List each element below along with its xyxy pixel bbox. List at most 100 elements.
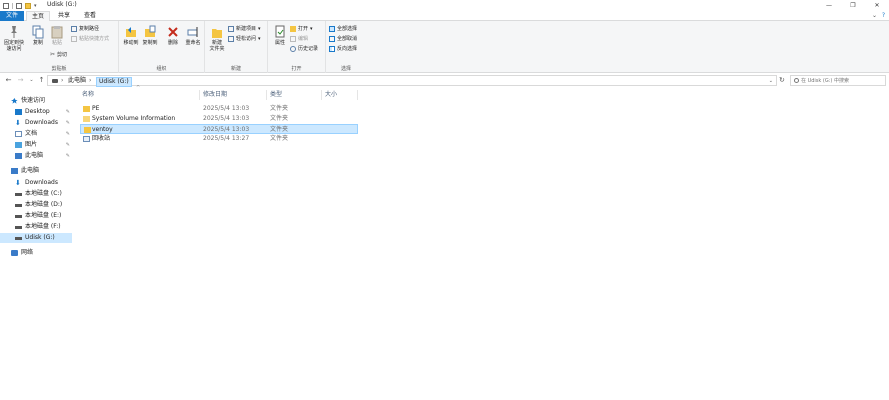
- recycle-bin-icon: [83, 136, 90, 142]
- tab-share[interactable]: 共享: [52, 11, 76, 21]
- nav-documents[interactable]: 文档 ✎: [0, 129, 72, 139]
- nav-pictures[interactable]: 图片 ✎: [0, 140, 72, 150]
- edit-button[interactable]: 编辑: [290, 35, 308, 43]
- column-header-date[interactable]: 修改日期: [203, 88, 227, 101]
- nav-pc-downloads[interactable]: ⬇ Downloads: [0, 178, 72, 188]
- invert-selection-button[interactable]: 反向选择: [329, 45, 357, 53]
- nav-drive-c[interactable]: 本地磁盘 (C:): [0, 189, 72, 199]
- nav-quick-access[interactable]: 快速访问: [0, 96, 72, 106]
- navigation-pane: 快速访问 Desktop ✎ ⬇ Downloads ✎ 文档 ✎ 图片 ✎ 此…: [0, 90, 72, 390]
- file-row[interactable]: ventoy 2025/5/4 13:03 文件夹: [80, 124, 358, 134]
- rename-button[interactable]: 重命名: [181, 25, 205, 46]
- column-divider[interactable]: [199, 90, 200, 100]
- address-dropdown-icon[interactable]: ⌄: [769, 77, 773, 85]
- file-row[interactable]: System Volume Information 2025/5/4 13:03…: [80, 114, 358, 124]
- up-button[interactable]: ↑: [37, 75, 46, 85]
- help-icon[interactable]: ?: [882, 12, 885, 19]
- breadcrumb-this-pc[interactable]: 此电脑: [68, 77, 86, 85]
- properties-button[interactable]: 属性: [268, 25, 292, 46]
- delete-icon: [168, 27, 178, 37]
- desktop-icon: [15, 109, 22, 115]
- pin-quick-access-button[interactable]: 固定到快速访问: [2, 25, 26, 52]
- paste-shortcut-button[interactable]: 粘贴快捷方式: [71, 35, 109, 43]
- file-date: 2025/5/4 13:03: [203, 115, 250, 122]
- group-select: 全部选择 全部取消 反向选择 选择: [326, 21, 366, 73]
- search-box[interactable]: [790, 75, 886, 86]
- select-none-button[interactable]: 全部取消: [329, 35, 357, 43]
- minimize-button[interactable]: —: [817, 0, 841, 11]
- new-item-button[interactable]: 新建项目 ▾: [228, 25, 261, 33]
- pin-icon: [11, 26, 17, 38]
- move-to-icon: [126, 27, 136, 37]
- file-date: 2025/5/4 13:27: [203, 135, 250, 142]
- column-header-type[interactable]: 类型: [270, 88, 282, 101]
- nav-drive-g[interactable]: Udisk (G:): [0, 233, 72, 243]
- open-icon: [290, 26, 296, 32]
- new-item-dropdown-icon: ▾: [258, 26, 261, 32]
- file-type: 文件夹: [270, 105, 289, 112]
- nav-network[interactable]: 网络: [0, 248, 72, 258]
- folder-icon: [83, 106, 90, 112]
- nav-drive-d[interactable]: 本地磁盘 (D:): [0, 200, 72, 210]
- file-row[interactable]: PE 2025/5/4 13:03 文件夹: [80, 104, 358, 114]
- select-none-icon: [329, 36, 335, 42]
- group-clipboard: 固定到快速访问 复制 粘贴 复制路径 粘贴快捷方式 ✂ 剪切 剪贴板: [0, 21, 119, 73]
- file-date: 2025/5/4 13:03: [203, 105, 250, 112]
- sort-ascending-icon: ^: [136, 85, 141, 91]
- nav-this-pc[interactable]: 此电脑: [0, 166, 72, 176]
- tab-home[interactable]: 主页: [26, 11, 50, 21]
- computer-icon: [15, 153, 22, 159]
- nav-desktop[interactable]: Desktop ✎: [0, 107, 72, 117]
- copy-to-button[interactable]: 复制到: [138, 25, 162, 46]
- nav-drive-e[interactable]: 本地磁盘 (E:): [0, 211, 72, 221]
- nav-this-pc-pinned[interactable]: 此电脑 ✎: [0, 151, 72, 161]
- cut-button[interactable]: ✂ 剪切: [50, 51, 67, 59]
- search-icon: [794, 78, 799, 83]
- group-label-new: 新建: [230, 66, 241, 72]
- forward-button[interactable]: →: [16, 75, 25, 85]
- file-row[interactable]: 回收站 2025/5/4 13:27 文件夹: [80, 134, 358, 144]
- drive-icon: [15, 204, 22, 207]
- file-name: PE: [92, 105, 100, 112]
- drive-icon: [15, 226, 22, 229]
- open-button[interactable]: 打开 ▾: [290, 25, 313, 33]
- search-input[interactable]: [801, 76, 885, 85]
- close-button[interactable]: ✕: [865, 0, 889, 11]
- easy-access-button[interactable]: 轻松访问 ▾: [228, 35, 261, 43]
- app-icon[interactable]: [3, 2, 9, 9]
- refresh-icon[interactable]: ↻: [779, 76, 785, 85]
- nav-downloads[interactable]: ⬇ Downloads ✎: [0, 118, 72, 128]
- column-divider[interactable]: [357, 90, 358, 100]
- nav-drive-f[interactable]: 本地磁盘 (F:): [0, 222, 72, 232]
- select-all-button[interactable]: 全部选择: [329, 25, 357, 33]
- column-header-name[interactable]: 名称: [82, 88, 94, 101]
- maximize-button[interactable]: ❐: [841, 0, 865, 11]
- address-bar[interactable]: › 此电脑 › Udisk (G:) ⌄: [47, 75, 777, 87]
- back-button[interactable]: ←: [4, 75, 13, 85]
- column-divider[interactable]: [321, 90, 322, 100]
- new-folder-icon[interactable]: [25, 2, 31, 9]
- breadcrumb-separator-icon[interactable]: ›: [61, 77, 63, 85]
- column-header-size[interactable]: 大小: [325, 88, 337, 101]
- tab-file[interactable]: 文件: [0, 11, 24, 21]
- recent-locations-icon[interactable]: ⌄: [27, 75, 36, 85]
- qat-dropdown-icon[interactable]: ▾: [34, 3, 37, 9]
- tab-view[interactable]: 查看: [78, 11, 102, 21]
- column-divider[interactable]: [266, 90, 267, 100]
- file-name: System Volume Information: [92, 115, 176, 122]
- new-folder-button[interactable]: 新建 文件夹: [205, 25, 229, 52]
- properties-icon[interactable]: [16, 2, 22, 9]
- easy-access-dropdown-icon: ▾: [258, 36, 261, 42]
- copy-path-button[interactable]: 复制路径: [71, 25, 99, 33]
- breadcrumb-separator-icon[interactable]: ›: [89, 77, 91, 85]
- file-list: ^ 名称 修改日期 类型 大小 PE 2025/5/4 13:03 文件夹 Sy…: [80, 85, 360, 148]
- computer-icon: [11, 168, 18, 174]
- address-bar-row: ← → ⌄ ↑ › 此电脑 › Udisk (G:) ⌄ ↻: [0, 74, 889, 87]
- paste-button[interactable]: 粘贴: [45, 25, 69, 46]
- ribbon: 固定到快速访问 复制 粘贴 复制路径 粘贴快捷方式 ✂ 剪切 剪贴板 移动到 复…: [0, 21, 889, 73]
- ribbon-collapse-icon[interactable]: ⌄: [872, 12, 877, 19]
- breadcrumb-udisk[interactable]: Udisk (G:): [96, 77, 132, 87]
- drive-icon: [15, 215, 22, 218]
- group-label-organize: 组织: [156, 66, 167, 72]
- history-button[interactable]: 历史记录: [290, 45, 318, 53]
